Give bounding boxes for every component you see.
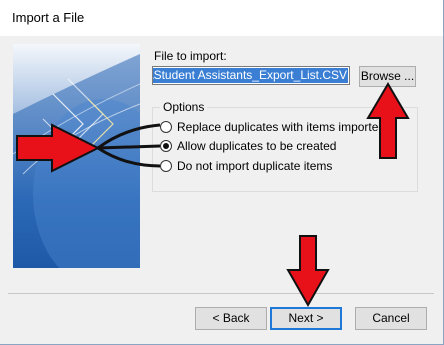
- footer-separator: [8, 293, 434, 294]
- back-button[interactable]: < Back: [195, 307, 267, 330]
- radio-button[interactable]: [160, 121, 172, 133]
- wizard-banner-image: [13, 44, 140, 268]
- file-path-value: ip\Student Assistants_Export_List.CSV: [153, 68, 348, 83]
- radio-button[interactable]: [160, 160, 172, 172]
- option-label: Do not import duplicate items: [177, 159, 333, 173]
- option-label: Allow duplicates to be created: [177, 139, 337, 153]
- option-label: Replace duplicates with items imported: [177, 120, 386, 134]
- next-button[interactable]: Next >: [270, 307, 342, 330]
- options-legend: Options: [160, 100, 208, 114]
- cancel-button[interactable]: Cancel: [355, 307, 427, 330]
- import-file-dialog: Import a File File to import: ip\Student…: [0, 0, 444, 345]
- dialog-title: Import a File: [12, 10, 85, 25]
- radio-button-selected[interactable]: [160, 140, 172, 152]
- browse-button[interactable]: Browse ...: [359, 66, 416, 87]
- file-path-input[interactable]: ip\Student Assistants_Export_List.CSV: [152, 66, 350, 85]
- title-bar: Import a File: [0, 0, 443, 36]
- file-to-import-label: File to import:: [154, 49, 227, 63]
